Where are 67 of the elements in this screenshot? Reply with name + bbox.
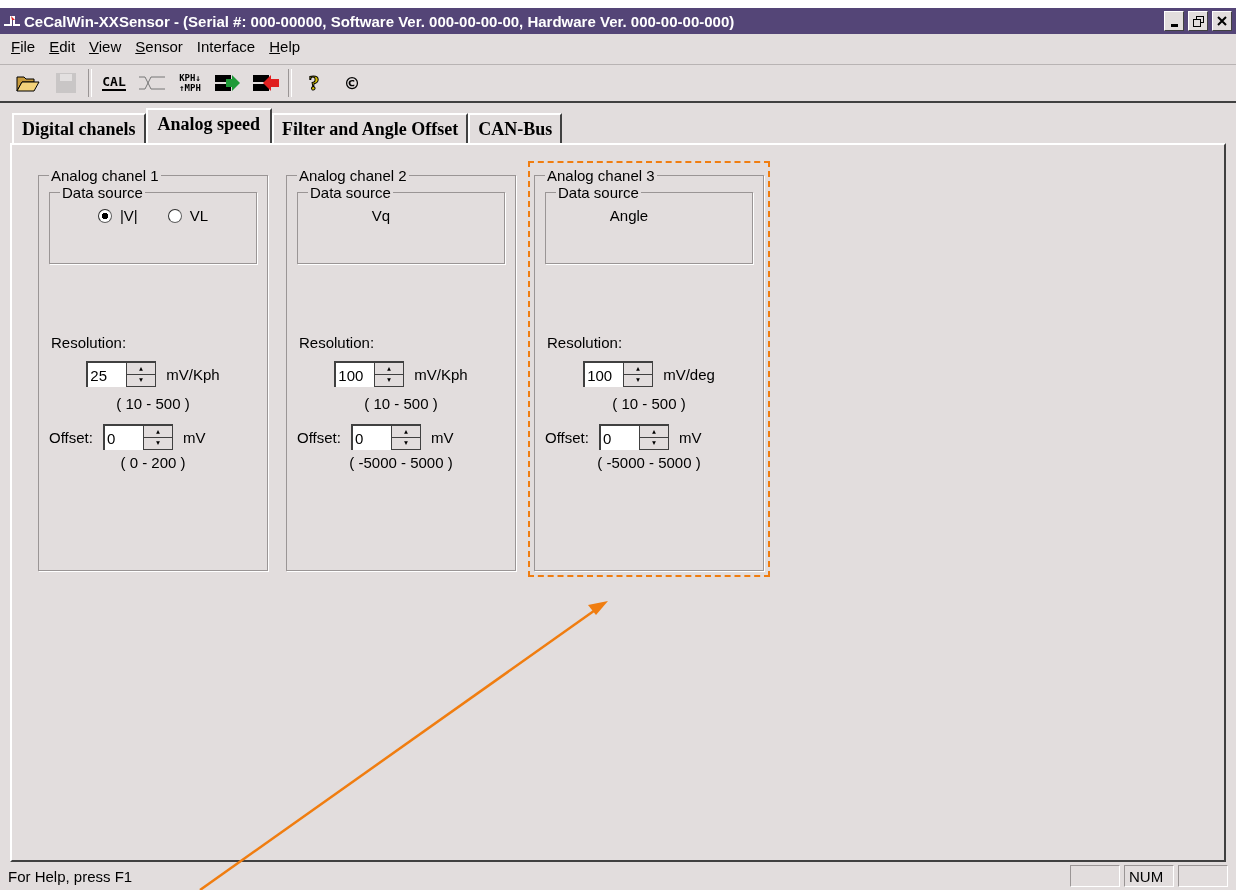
device-arrow-icon — [214, 73, 242, 93]
radio-label[interactable]: VL — [189, 207, 209, 224]
minimize-icon — [1170, 23, 1178, 27]
unit-label: mV — [678, 428, 702, 446]
restore-button[interactable] — [1188, 11, 1208, 31]
data-source-value: Angle — [609, 207, 649, 224]
tab[interactable]: Digital chanels — [12, 113, 146, 144]
group-title: Data source — [61, 184, 144, 201]
field-label: Resolution: — [51, 334, 128, 351]
status-panel — [1178, 865, 1228, 887]
spin-field[interactable]: 25 — [86, 361, 127, 387]
status-panel: NUM — [1124, 865, 1174, 887]
unit-label: mV — [182, 428, 206, 446]
group-title: Analog chanel 3 — [546, 167, 656, 184]
status-text: For Help, press F1 — [8, 867, 134, 885]
toolbar-button[interactable]: ? — [298, 68, 330, 98]
spin-field[interactable]: 0 — [102, 424, 143, 450]
range-hint: ( 10 - 500 ) — [115, 395, 191, 412]
device-arrow-icon — [252, 73, 280, 93]
group-title: Analog chanel 1 — [50, 167, 160, 184]
menu-item[interactable]: Help — [264, 38, 306, 60]
tab[interactable]: Filter and Angle Offset — [272, 113, 469, 144]
group-title: Data source — [309, 184, 392, 201]
minimize-button[interactable] — [1164, 11, 1184, 31]
copyright-icon: © — [345, 71, 358, 95]
open-folder-icon — [16, 73, 40, 93]
restore-icon — [1192, 15, 1204, 27]
range-hint: ( -5000 - 5000 ) — [596, 454, 702, 471]
toolbar-button[interactable]: CAL — [98, 68, 130, 98]
field-label: Offset: — [545, 428, 589, 446]
unit-label: mV/Kph — [166, 365, 220, 383]
spin-field[interactable]: 0 — [598, 424, 639, 450]
waveform-icon — [138, 74, 166, 92]
group-title: Analog chanel 2 — [298, 167, 408, 184]
range-hint: ( 0 - 200 ) — [119, 454, 187, 471]
menu-item[interactable]: Edit — [44, 38, 81, 60]
tab[interactable]: CAN-Bus — [468, 113, 563, 144]
close-icon — [1217, 16, 1227, 26]
radio-button[interactable] — [97, 208, 112, 223]
menu-item[interactable]: View — [84, 38, 127, 60]
menu-item[interactable]: Interface — [191, 38, 261, 60]
unit-label: mV/deg — [663, 365, 715, 383]
range-hint: ( 10 - 500 ) — [363, 395, 439, 412]
group-title: Data source — [557, 184, 640, 201]
field-label: Offset: — [49, 428, 93, 446]
menu-item[interactable]: File — [6, 38, 41, 60]
radio-label[interactable]: |V| — [119, 207, 138, 224]
menu-item[interactable]: Sensor — [130, 38, 188, 60]
range-hint: ( -5000 - 5000 ) — [348, 454, 454, 471]
radio-button[interactable] — [167, 208, 182, 223]
unit-label: mV — [430, 428, 454, 446]
field-label: Resolution: — [547, 334, 624, 351]
spin-field[interactable]: 0 — [350, 424, 391, 450]
unit-label: mV/Kph — [414, 365, 468, 383]
spin-field[interactable]: 100 — [334, 361, 375, 387]
range-hint: ( 10 - 500 ) — [611, 395, 687, 412]
close-button[interactable] — [1212, 11, 1232, 31]
window-title: CeCalWin-XXSensor - (Serial #: 000-00000, Software Ver. 000-00-00-00, Hardware Ver. 000-00-00-000) — [24, 12, 736, 30]
spin-field[interactable]: 100 — [583, 361, 624, 387]
data-source-value: Vq — [371, 207, 391, 224]
toolbar-button[interactable]: © — [336, 68, 368, 98]
help-icon: ? — [308, 70, 320, 96]
app-logo-icon — [4, 16, 20, 26]
tab[interactable]: Analog speed — [145, 108, 273, 143]
status-panel — [1070, 865, 1120, 887]
field-label: Resolution: — [299, 334, 376, 351]
field-label: Offset: — [297, 428, 341, 446]
